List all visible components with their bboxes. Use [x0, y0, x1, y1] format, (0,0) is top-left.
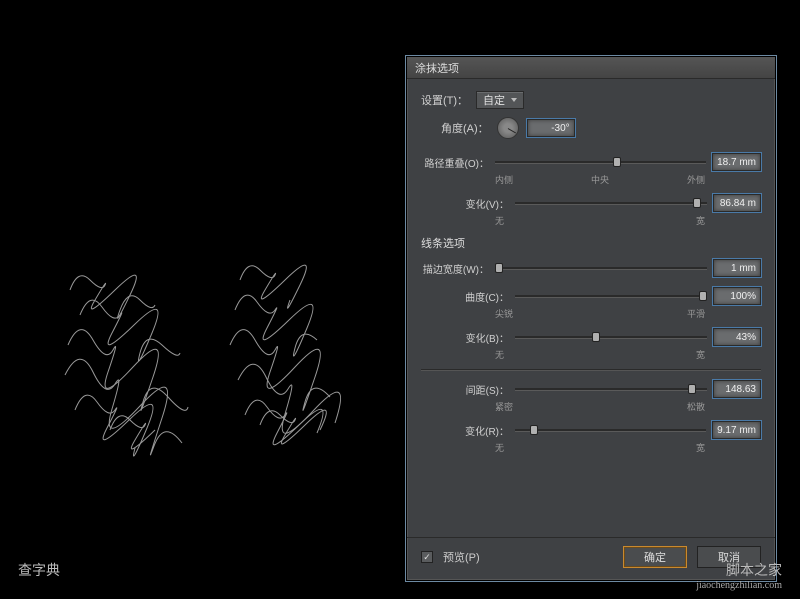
slider-min-label: 无: [495, 348, 504, 361]
canvas: 涂抹选项 设置(T)： 自定 角度(A)： -30° 路径重叠(O)：: [0, 0, 800, 599]
stroke-width-label: 描边宽度(W)：: [421, 261, 489, 276]
watermarks: 查字典 脚本之家 jiaochengzhilian.com: [0, 560, 800, 591]
slider-max-label: 宽: [696, 441, 705, 454]
variation2-slider[interactable]: [515, 330, 707, 344]
curve-slider[interactable]: [515, 289, 707, 303]
variation1-slider[interactable]: [515, 196, 707, 210]
watermark-left: 查字典: [18, 560, 60, 591]
dialog-title: 涂抹选项: [415, 63, 459, 75]
slider-mid-label: 中央: [591, 173, 609, 186]
variation1-label: 变化(V)：: [441, 196, 509, 211]
stroke-width-input[interactable]: 1 mm: [713, 259, 761, 277]
settings-value: 自定: [483, 92, 505, 108]
curve-label: 曲度(C)：: [441, 289, 509, 304]
slider-max-label: 宽: [696, 214, 705, 227]
slider-max-label: 宽: [696, 348, 705, 361]
divider: [421, 369, 761, 370]
angle-label: 角度(A)：: [441, 120, 489, 136]
slider-min-label: 紧密: [495, 400, 513, 413]
settings-dropdown[interactable]: 自定: [476, 91, 524, 109]
slider-max-label: 松散: [687, 400, 705, 413]
slider-min-label: 尖锐: [495, 307, 513, 320]
line-options-section: 线条选项: [421, 235, 761, 251]
spacing-slider[interactable]: [515, 382, 707, 396]
spacing-input[interactable]: 148.63: [713, 380, 761, 398]
variation3-slider[interactable]: [515, 423, 706, 437]
slider-max-label: 平滑: [687, 307, 705, 320]
path-overlap-input[interactable]: 18.7 mm: [712, 153, 761, 171]
scribble-options-dialog: 涂抹选项 设置(T)： 自定 角度(A)： -30° 路径重叠(O)：: [406, 56, 776, 581]
angle-dial[interactable]: [497, 117, 519, 139]
squiggle-artwork: [60, 250, 390, 460]
path-overlap-label: 路径重叠(O)：: [421, 155, 489, 170]
variation1-input[interactable]: 86.84 m: [713, 194, 761, 212]
angle-input[interactable]: -30°: [527, 119, 575, 137]
dialog-body: 设置(T)： 自定 角度(A)： -30° 路径重叠(O)： 18.7 mm: [407, 79, 775, 537]
chevron-down-icon: [511, 98, 517, 102]
slider-min-label: 无: [495, 441, 504, 454]
spacing-label: 间距(S)：: [441, 382, 509, 397]
variation3-label: 变化(R)：: [441, 423, 509, 438]
watermark-right: 脚本之家 jiaochengzhilian.com: [696, 560, 782, 591]
stroke-width-slider[interactable]: [495, 261, 707, 275]
path-overlap-slider[interactable]: [495, 155, 706, 169]
slider-min-label: 无: [495, 214, 504, 227]
dialog-titlebar[interactable]: 涂抹选项: [407, 57, 775, 79]
settings-label: 设置(T)：: [421, 92, 468, 108]
variation2-label: 变化(B)：: [441, 330, 509, 345]
variation2-input[interactable]: 43%: [713, 328, 761, 346]
variation3-input[interactable]: 9.17 mm: [712, 421, 761, 439]
slider-min-label: 内侧: [495, 173, 513, 186]
slider-max-label: 外侧: [687, 173, 705, 186]
curve-input[interactable]: 100%: [713, 287, 761, 305]
